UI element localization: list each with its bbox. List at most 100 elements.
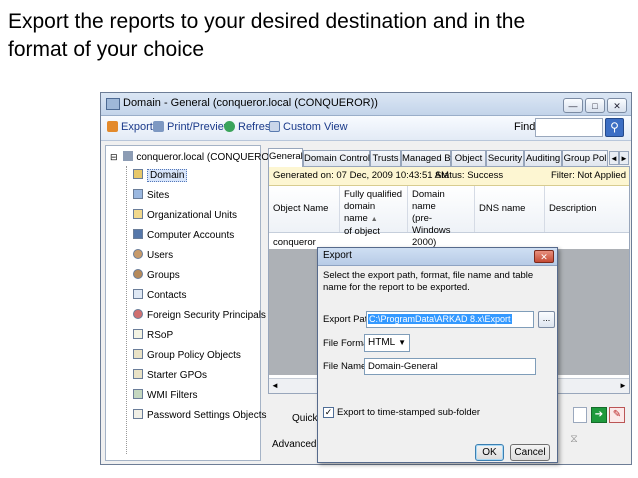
print-preview-label: Print/Preview bbox=[167, 121, 232, 133]
file-format-select[interactable]: HTML ▼ bbox=[364, 334, 410, 352]
tree-item-label: WMI Filters bbox=[147, 390, 198, 401]
tree-item-groups[interactable]: Groups bbox=[133, 269, 180, 281]
dialog-close-button[interactable]: ✕ bbox=[534, 250, 554, 263]
tree-item-domain[interactable]: Domain bbox=[133, 169, 188, 182]
quick-filter-input[interactable] bbox=[573, 407, 587, 423]
tab-trusts[interactable]: Trusts bbox=[370, 150, 401, 166]
timestamp-subfolder-label[interactable]: Export to time-stamped sub-folder bbox=[337, 407, 480, 418]
tab-group-policy[interactable]: Group Pol bbox=[562, 150, 608, 166]
dialog-description: Select the export path, format, file nam… bbox=[323, 270, 534, 293]
filter-icon[interactable]: ⧖ bbox=[566, 433, 582, 449]
foreign-principal-icon bbox=[133, 309, 143, 319]
rsop-icon bbox=[133, 329, 143, 339]
tree-item-label: Domain bbox=[147, 169, 188, 182]
chevron-down-icon: ▼ bbox=[398, 338, 406, 347]
export-label: Export bbox=[121, 121, 153, 133]
computer-icon bbox=[133, 229, 143, 239]
ou-icon bbox=[133, 209, 143, 219]
column-header-object-name[interactable]: Object Name bbox=[269, 186, 340, 232]
column-header-text: Description bbox=[549, 203, 597, 214]
tree-connector bbox=[126, 166, 127, 454]
window-controls: — □ ✕ bbox=[561, 96, 627, 114]
column-header-description[interactable]: Description bbox=[545, 186, 629, 232]
group-icon bbox=[133, 269, 143, 279]
sites-icon bbox=[133, 189, 143, 199]
column-header-text: (pre-Windows bbox=[412, 213, 451, 236]
tree-item-label: Organizational Units bbox=[147, 210, 238, 221]
tree-item-users[interactable]: Users bbox=[133, 249, 173, 261]
contact-icon bbox=[133, 289, 143, 299]
slide-title: Export the reports to your desired desti… bbox=[8, 8, 628, 64]
tree-item-organizational-units[interactable]: Organizational Units bbox=[133, 209, 237, 221]
print-preview-button[interactable]: Print/Preview bbox=[153, 121, 232, 133]
file-name-input[interactable]: Domain-General bbox=[364, 358, 536, 375]
maximize-button[interactable]: □ bbox=[585, 98, 605, 113]
export-path-value: C:\ProgramData\ARKAD 8.x\Export bbox=[368, 314, 512, 324]
tree-item-label: Sites bbox=[147, 190, 170, 201]
password-settings-icon bbox=[133, 409, 143, 419]
column-header-text: DNS name bbox=[479, 203, 526, 214]
column-header-domain-name[interactable]: Domain name (pre-Windows 2000) bbox=[408, 186, 475, 248]
magnifier-icon: ⚲ bbox=[610, 120, 619, 134]
status-text: Status: Success bbox=[435, 170, 504, 181]
tree-item-label: Foreign Security Principals bbox=[147, 310, 266, 321]
tab-scroll-right-icon[interactable]: ► bbox=[619, 151, 629, 165]
tree-item-starter-gpos[interactable]: Starter GPOs bbox=[133, 369, 207, 381]
tree-item-group-policy-objects[interactable]: Group Policy Objects bbox=[133, 349, 241, 361]
tree-item-label: Computer Accounts bbox=[147, 230, 235, 241]
window-titlebar[interactable]: Domain - General (conqueror.local (CONQU… bbox=[101, 93, 631, 116]
tab-general[interactable]: General bbox=[268, 148, 303, 167]
collapse-icon[interactable]: ⊟ bbox=[110, 152, 118, 162]
tree-root[interactable]: ⊟ conqueror.local (CONQUEROR) bbox=[110, 151, 280, 163]
tab-auditing[interactable]: Auditing bbox=[524, 150, 562, 166]
file-name-label: File Name: bbox=[323, 361, 369, 372]
tree-item-contacts[interactable]: Contacts bbox=[133, 289, 186, 301]
tree-item-wmi-filters[interactable]: WMI Filters bbox=[133, 389, 198, 401]
browse-button[interactable]: ... bbox=[538, 311, 555, 328]
printer-icon bbox=[153, 121, 164, 132]
find-button[interactable]: ⚲ bbox=[605, 118, 624, 137]
tab-security[interactable]: Security bbox=[486, 150, 524, 166]
dialog-title: Export bbox=[323, 250, 352, 261]
tree-item-sites[interactable]: Sites bbox=[133, 189, 169, 201]
apply-filter-button[interactable]: ➔ bbox=[591, 407, 607, 423]
starter-gpo-icon bbox=[133, 369, 143, 379]
column-header-dns-name[interactable]: DNS name bbox=[475, 186, 545, 232]
close-window-button[interactable]: ✕ bbox=[607, 98, 627, 113]
tree-item-rsop[interactable]: RSoP bbox=[133, 329, 173, 341]
file-format-value: HTML bbox=[368, 337, 396, 348]
column-header-text: Fully qualified bbox=[344, 189, 403, 200]
tree-item-foreign-security-principals[interactable]: Foreign Security Principals bbox=[133, 309, 266, 321]
tree-item-computer-accounts[interactable]: Computer Accounts bbox=[133, 229, 234, 241]
tab-domain-controllers[interactable]: Domain Controllers bbox=[303, 150, 385, 166]
scroll-right-icon[interactable]: ► bbox=[617, 379, 629, 392]
clear-filter-button[interactable]: ✎ bbox=[609, 407, 625, 423]
tree-item-label: Starter GPOs bbox=[147, 370, 208, 381]
tree-item-password-settings-objects[interactable]: Password Settings Objects bbox=[133, 409, 267, 421]
find-label: Find bbox=[514, 121, 536, 133]
cancel-button[interactable]: Cancel bbox=[510, 444, 550, 461]
slide-title-line-2: format of your choice bbox=[8, 38, 205, 61]
export-button[interactable]: Export bbox=[107, 121, 153, 133]
tree-item-label: RSoP bbox=[147, 330, 174, 341]
column-header-fqdn[interactable]: Fully qualified domain name ▲ of object bbox=[340, 186, 408, 237]
tab-scroll-left-icon[interactable]: ◄ bbox=[609, 151, 619, 165]
tree-item-label: Contacts bbox=[147, 290, 187, 301]
export-path-input[interactable]: C:\ProgramData\ARKAD 8.x\Export bbox=[366, 311, 534, 328]
find-input[interactable] bbox=[535, 118, 603, 137]
toolbar: Export Print/Preview Refresh Custom View… bbox=[101, 116, 631, 141]
minimize-button[interactable]: — bbox=[563, 98, 583, 113]
tab-managed-by[interactable]: Managed By bbox=[401, 150, 455, 166]
report-info-bar: Generated on: 07 Dec, 2009 10:43:51 AM S… bbox=[269, 167, 629, 186]
window-title: Domain - General (conqueror.local (CONQU… bbox=[123, 97, 378, 109]
dialog-titlebar[interactable]: Export ✕ bbox=[318, 248, 557, 266]
tree-item-label: Users bbox=[147, 250, 174, 261]
ok-button[interactable]: OK bbox=[475, 444, 504, 461]
custom-view-button[interactable]: Custom View bbox=[269, 121, 348, 133]
table-cell[interactable]: conqueror bbox=[273, 237, 316, 248]
scroll-left-icon[interactable]: ◄ bbox=[269, 379, 281, 392]
wmi-filter-icon bbox=[133, 389, 143, 399]
gpo-icon bbox=[133, 349, 143, 359]
tab-object[interactable]: Object bbox=[451, 150, 486, 166]
timestamp-subfolder-checkbox[interactable]: ✓ bbox=[323, 407, 334, 418]
